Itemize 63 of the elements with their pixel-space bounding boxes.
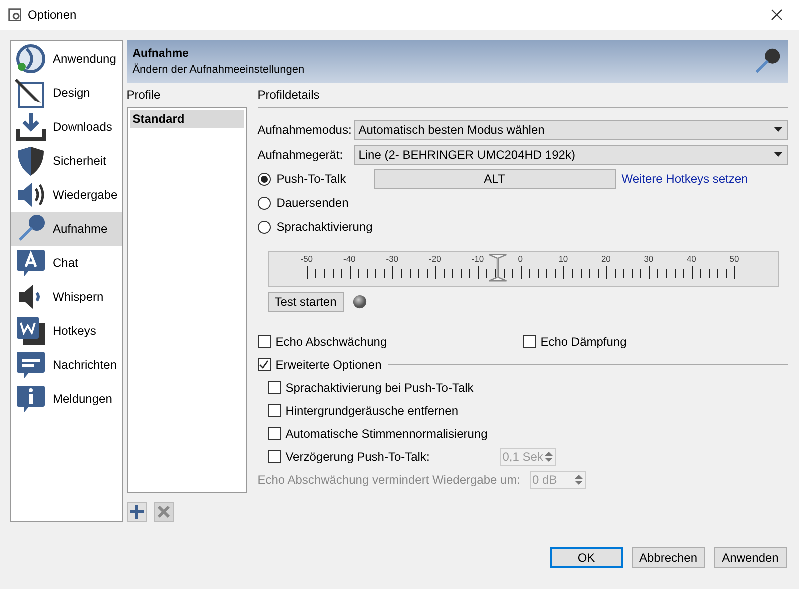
shield-icon [15,145,47,177]
sidebar-item[interactable]: Wiedergabe [11,178,122,212]
sidebar-item[interactable]: Nachrichten [11,348,122,382]
checkbox[interactable]: Sprachaktivierung bei Push-To-Talk [268,376,788,399]
cross-icon [156,505,171,519]
checkmark-icon [259,360,270,370]
section-title: Aufnahme [132,48,190,60]
checkbox[interactable]: Erweiterte Optionen [258,353,382,376]
radio-option[interactable]: Dauersenden [258,191,788,215]
tick-label: 40 [686,254,696,264]
dropdown[interactable]: Line (2- BEHRINGER UMC204HD 192k) [354,144,788,164]
tick-label: -50 [300,254,314,264]
test-button[interactable]: Test starten [268,292,344,312]
radio-option[interactable]: Push-To-Talk [258,167,374,191]
sidebar-item[interactable]: Design [11,76,122,110]
field-label: Aufnahmemodus: [258,122,353,136]
field-label: Aufnahmegerät: [258,148,344,162]
sidebar-item[interactable]: Chat [11,246,122,280]
dropdown-arrow-icon [774,127,783,132]
window-icon [8,8,22,22]
section-subtitle: Ändern der Aufnahmeeinstellungen [132,64,305,76]
download-icon [15,111,47,143]
sidebar-item[interactable]: Anwendung [11,42,122,76]
dialog-button[interactable]: OK [550,547,623,568]
add-button[interactable] [126,502,147,522]
chat-bubble-icon [15,247,47,279]
field-label: Echo Abschwächung vermindert Wiedergabe um: [258,472,521,486]
hotkey-link[interactable]: Weitere Hotkeys setzen [622,172,748,186]
checkbox[interactable]: Echo Abschwächung [258,330,523,353]
dropdown[interactable]: Automatisch besten Modus wählen [354,120,788,140]
checkbox[interactable]: Echo Dämpfung [522,330,788,353]
dropdown-arrow-icon [774,152,783,157]
sidebar-item[interactable]: Sicherheit [11,144,122,178]
hotkey-button[interactable]: ALT [374,169,616,189]
radio-option[interactable]: Sprachaktivierung [258,215,788,239]
message-bubble-icon [15,349,47,381]
details-label: Profildetails [258,88,320,102]
window-title: Optionen [28,8,77,22]
checkbox[interactable]: Automatische Stimmennormalisierung [268,422,788,445]
status-light-icon [352,295,367,309]
tick-label: -40 [344,254,356,264]
tick-label: 10 [558,254,568,264]
tick-label: 50 [730,254,740,264]
info-bubble-icon [15,383,47,415]
tick-label: 30 [644,254,654,264]
tick-label: -10 [472,254,484,264]
dialog-button[interactable]: Anwenden [714,547,787,568]
pencil-icon [15,77,47,109]
profiles-label: Profile [126,88,161,102]
sidebar-item[interactable]: Hotkeys [11,314,122,348]
plus-icon [128,504,145,520]
sidebar-item[interactable]: Downloads [11,110,122,144]
profile-item[interactable]: Standard [130,110,244,128]
tick-label: -20 [429,254,442,264]
sidebar-item[interactable]: Aufnahme [11,212,122,246]
sidebar-item[interactable]: Meldungen [11,382,122,416]
tick-label: 0 [518,254,524,264]
checkbox[interactable]: Hintergrundgeräusche entfernen [268,399,788,422]
dialog-button[interactable]: Abbrechen [632,547,705,568]
tick-label: 20 [601,254,611,264]
slider-thumb[interactable] [488,254,508,282]
tick-label: -30 [386,254,399,264]
sidebar-item[interactable]: Whispern [11,280,122,314]
